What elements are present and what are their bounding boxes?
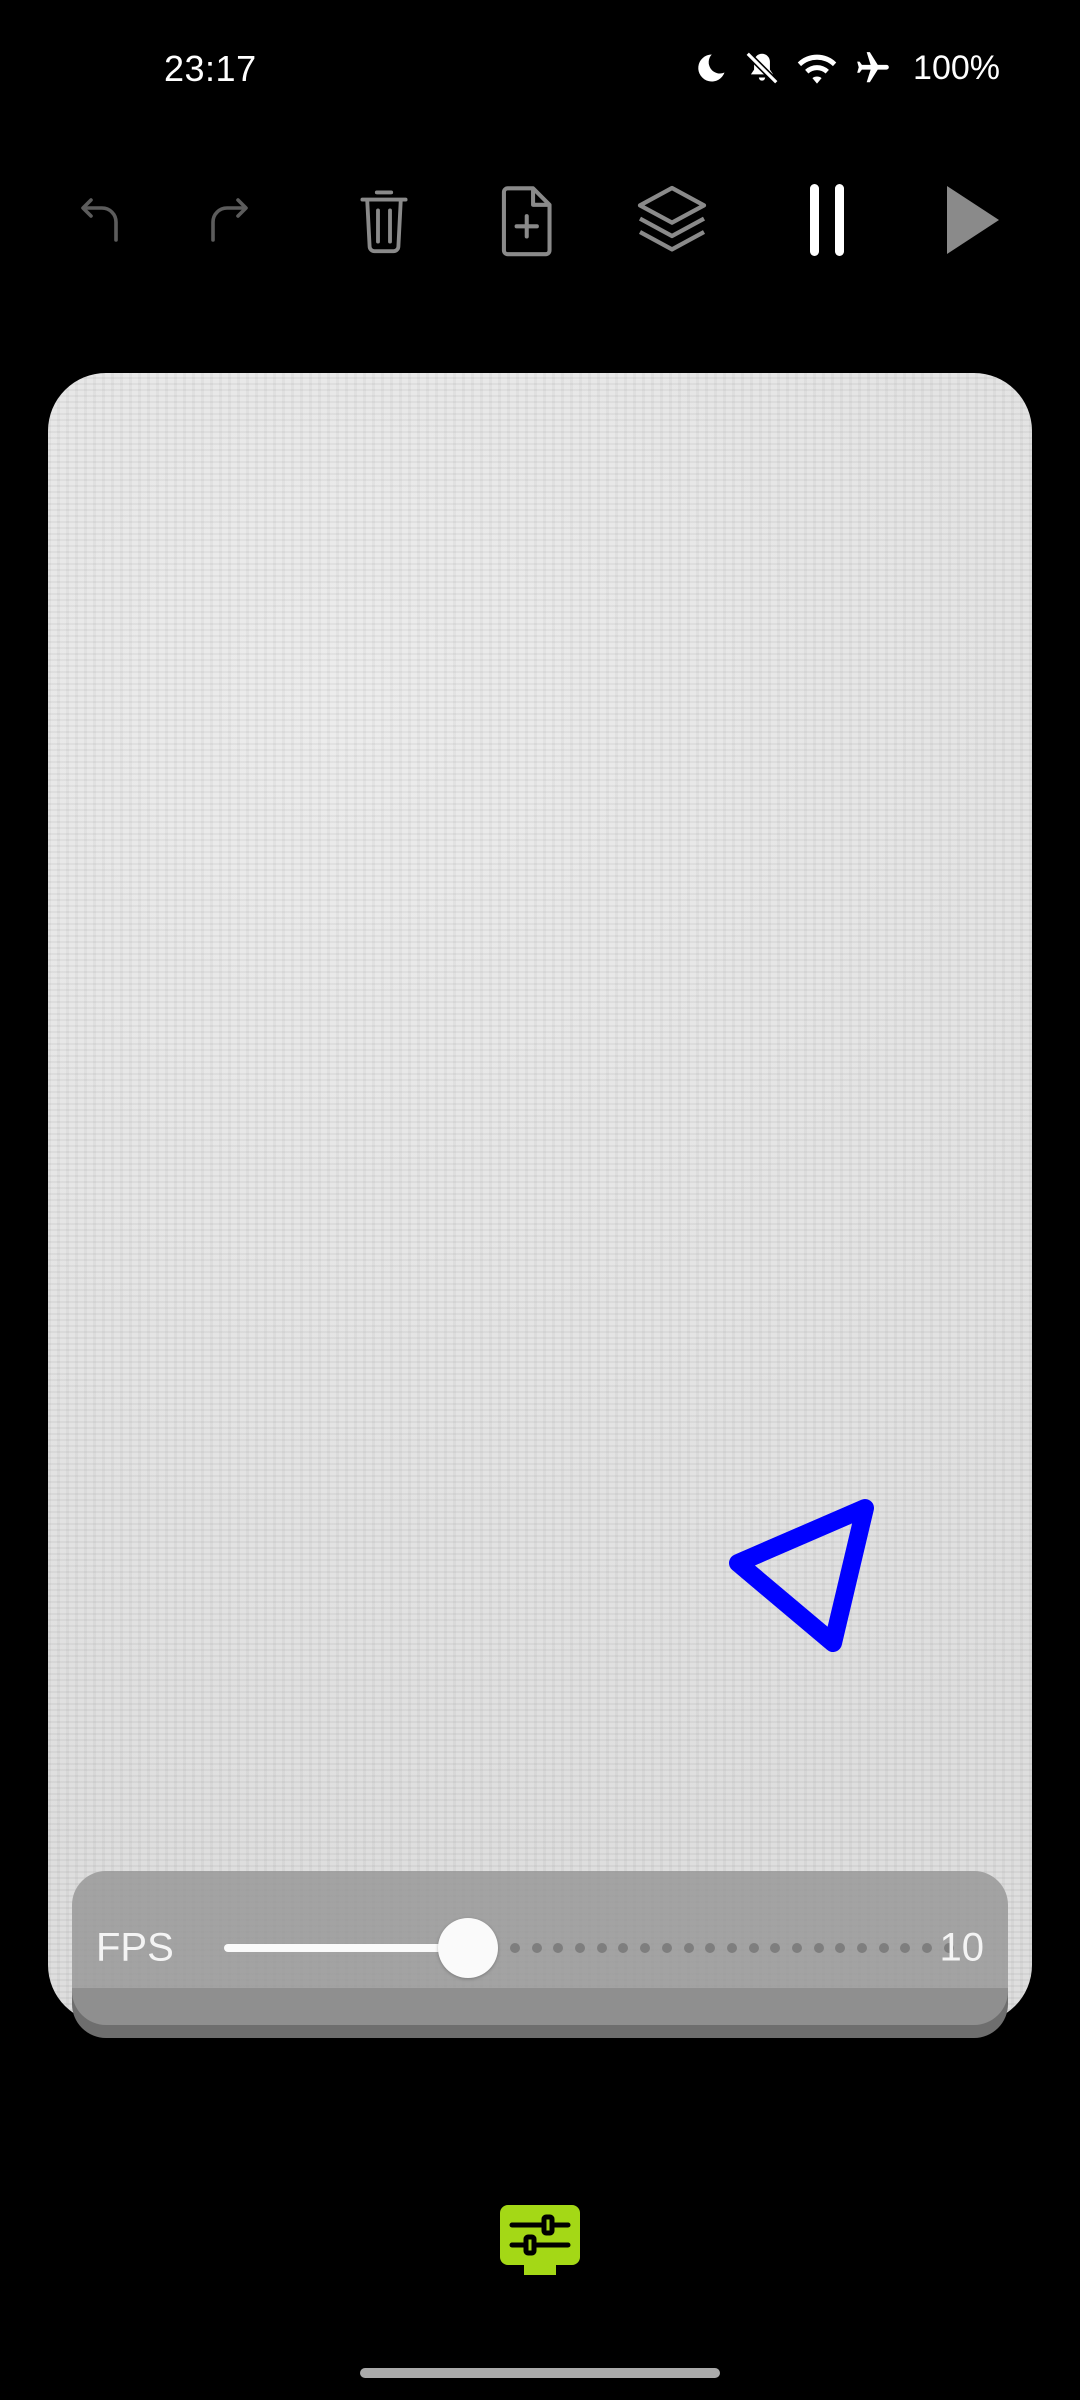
fps-slider[interactable] xyxy=(224,1918,954,1978)
toolbar xyxy=(0,170,1080,270)
file-plus-icon xyxy=(497,182,559,258)
battery-percentage: 100% xyxy=(913,48,1000,87)
gesture-navigation-bar[interactable] xyxy=(360,2368,720,2378)
slider-tick-dot xyxy=(857,1943,867,1953)
slider-tick-dot xyxy=(705,1943,716,1953)
play-icon xyxy=(943,184,1001,256)
slider-tick-dot xyxy=(835,1943,846,1953)
fps-slider-active-track xyxy=(224,1944,468,1952)
undo-button[interactable] xyxy=(53,170,153,270)
pause-icon xyxy=(808,182,846,258)
slider-tick-dot xyxy=(726,1943,737,1953)
fps-label: FPS xyxy=(96,1925,174,1970)
slider-tick-dot xyxy=(900,1943,911,1953)
slider-tick-dot xyxy=(791,1943,802,1953)
pause-button[interactable] xyxy=(777,170,877,270)
bell-off-icon xyxy=(743,49,781,87)
triangle-drawing xyxy=(729,1499,874,1652)
settings-button[interactable] xyxy=(498,2204,582,2282)
slider-tick-dot xyxy=(922,1943,933,1953)
redo-button[interactable] xyxy=(176,170,276,270)
slider-tick-dot xyxy=(813,1943,824,1953)
wifi-icon xyxy=(795,49,839,87)
slider-tick-dot xyxy=(683,1943,694,1953)
slider-tick-dot xyxy=(661,1943,672,1953)
new-frame-button[interactable] xyxy=(478,170,578,270)
fps-slider-inactive-track xyxy=(510,1943,954,1953)
layers-icon xyxy=(632,182,712,258)
layers-button[interactable] xyxy=(622,170,722,270)
slider-tick-dot xyxy=(575,1943,586,1953)
delete-button[interactable] xyxy=(334,170,434,270)
slider-tick-dot xyxy=(596,1943,607,1953)
slider-tick-dot xyxy=(748,1943,759,1953)
trash-icon xyxy=(355,184,413,256)
status-time: 23:17 xyxy=(164,48,257,89)
sliders-icon xyxy=(498,2203,582,2284)
redo-icon xyxy=(202,192,250,248)
airplane-icon xyxy=(853,49,893,87)
undo-icon xyxy=(79,192,127,248)
drawing-canvas[interactable] xyxy=(48,373,1032,2023)
fps-value: 10 xyxy=(939,1925,985,1970)
slider-tick-dot xyxy=(531,1943,542,1953)
slider-tick-dot xyxy=(553,1943,564,1953)
slider-tick-dot xyxy=(878,1943,889,1953)
fps-slider-thumb[interactable] xyxy=(438,1918,498,1978)
slider-tick-dot xyxy=(640,1943,651,1953)
slider-tick-dot xyxy=(618,1943,629,1953)
canvas-drawing-layer xyxy=(729,1499,874,1652)
slider-tick-dot xyxy=(770,1943,781,1953)
play-button[interactable] xyxy=(922,170,1022,270)
moon-icon xyxy=(693,50,729,86)
status-bar: 23:17 100% xyxy=(0,0,1080,140)
fps-panel: FPS 10 xyxy=(72,1871,1008,2025)
slider-tick-dot xyxy=(510,1943,520,1953)
status-icons: 100% xyxy=(693,46,1000,90)
